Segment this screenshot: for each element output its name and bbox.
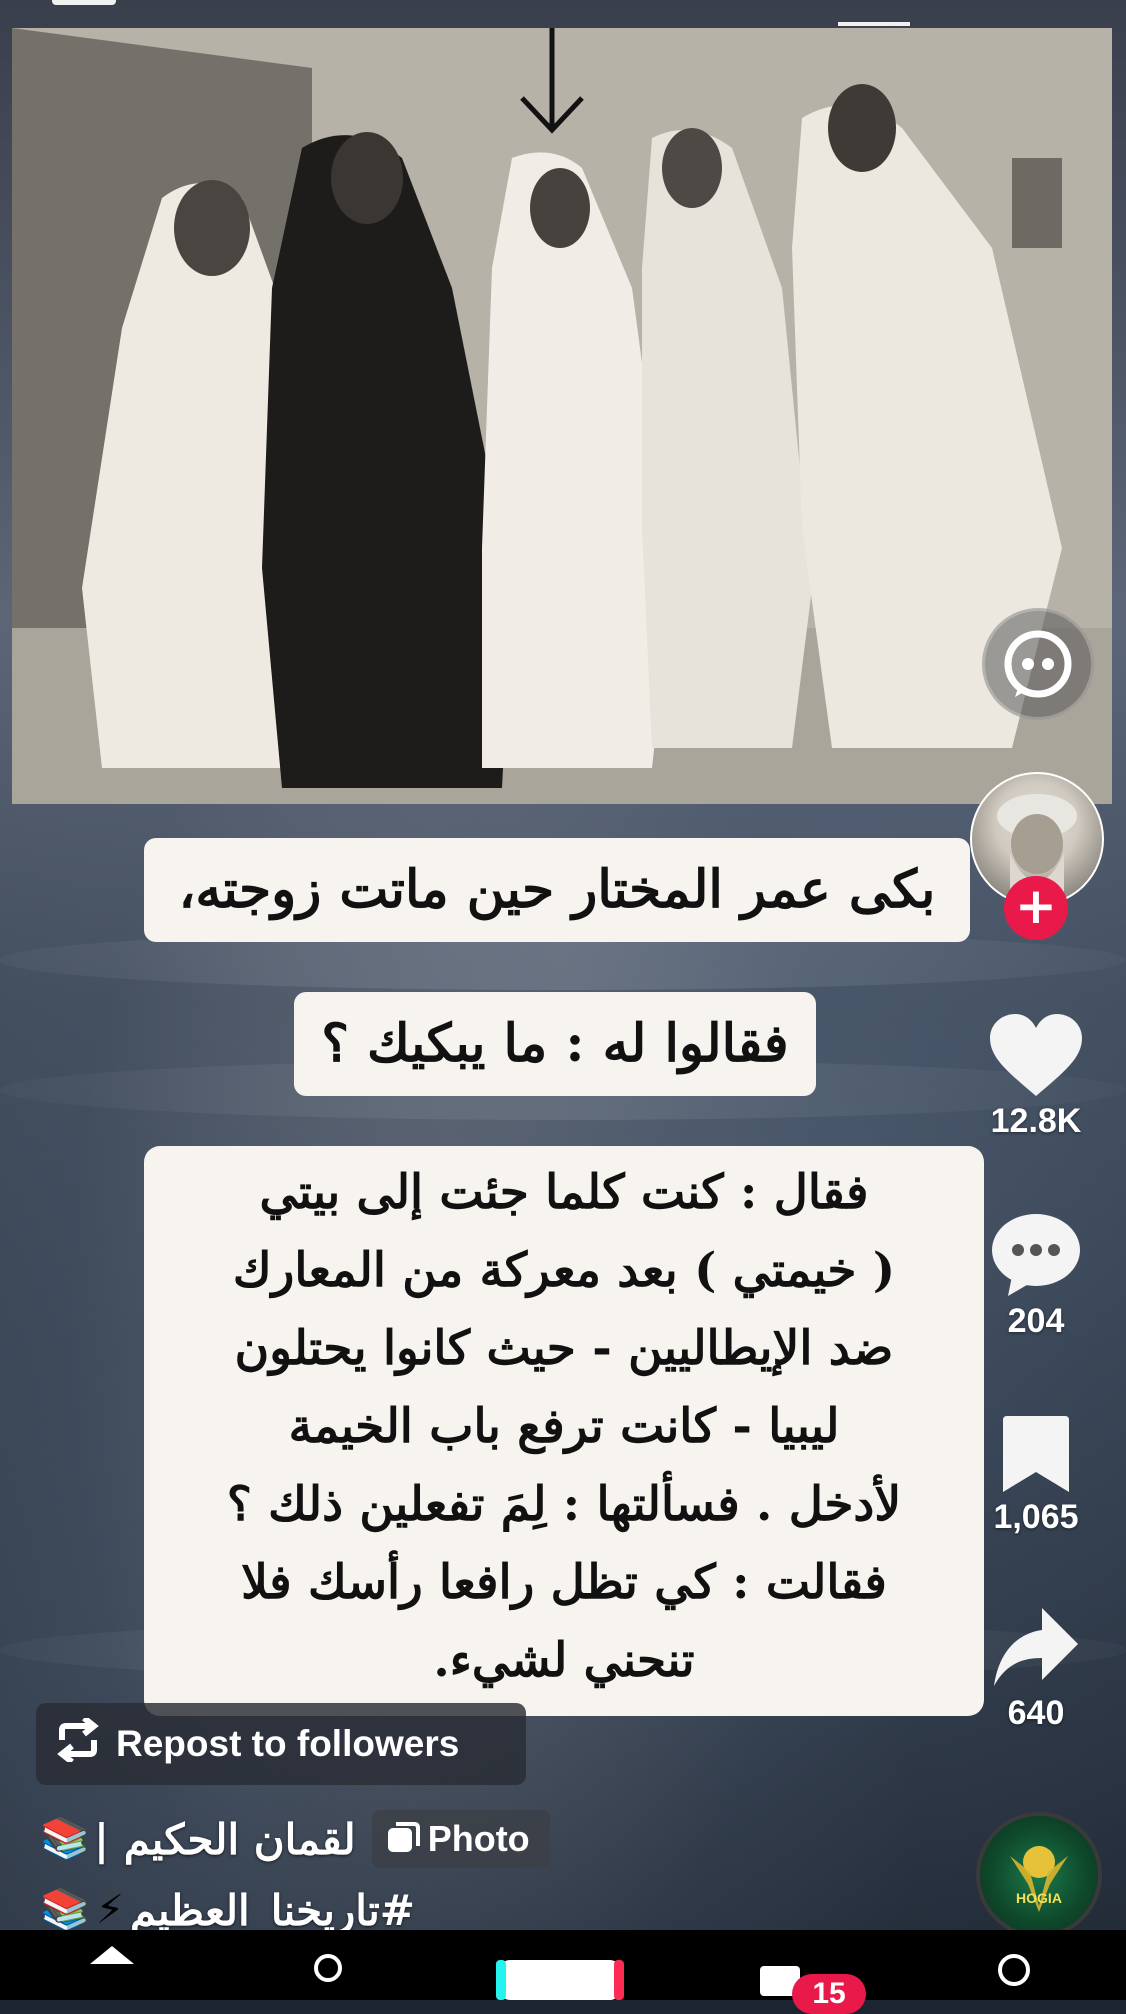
nav-icons — [90, 1946, 1030, 2000]
status-bar-indicator — [52, 0, 116, 5]
caption-body-line: تنحني لشيء. — [433, 1633, 695, 1688]
heart-icon — [990, 1014, 1082, 1096]
books-emoji: 📚 — [40, 1887, 90, 1933]
caption-body-line: ( خيمتي ) بعد معركة من المعارك — [232, 1243, 896, 1298]
caption-body-line: ضد الإيطاليين - حيث كانوا يحتلون — [234, 1321, 894, 1376]
author-name[interactable]: لقمان الحكيم | — [94, 1815, 356, 1864]
comment-button[interactable]: 204 — [972, 1210, 1100, 1341]
photo-illustration — [12, 28, 1112, 804]
floating-chat-button[interactable] — [982, 608, 1094, 720]
hashtag-link[interactable]: #تاريخنا_العظيم — [130, 1886, 415, 1935]
repost-to-followers-button[interactable]: Repost to followers — [36, 1703, 526, 1785]
like-button[interactable]: 12.8K — [972, 1012, 1100, 1141]
caption-body-line: فقال : كنت كلما جئت إلى بيتي — [259, 1165, 869, 1220]
music-label: HOGIA — [1016, 1890, 1062, 1906]
comment-count: 204 — [1007, 1302, 1065, 1340]
creator-avatar[interactable]: + — [970, 772, 1104, 940]
caption-line-1: بكى عمر المختار حين ماتت زوجته، — [144, 838, 970, 942]
share-count: 640 — [1007, 1694, 1065, 1732]
author-row[interactable]: 📚 لقمان الحكيم | Photo — [40, 1808, 550, 1870]
books-emoji: 📚 — [40, 1816, 90, 1862]
progress-indicator — [838, 22, 910, 26]
save-button[interactable]: 1,065 — [972, 1414, 1100, 1537]
caption-body: فقال : كنت كلما جئت إلى بيتي ( خيمتي ) ب… — [144, 1146, 984, 1716]
share-button[interactable]: 640 — [972, 1606, 1100, 1733]
photo-badge-label: Photo — [427, 1818, 530, 1859]
comment-icon — [992, 1214, 1080, 1296]
repost-label: Repost to followers — [116, 1723, 460, 1764]
photo-icon — [387, 1822, 420, 1852]
historic-photo — [12, 28, 1112, 804]
save-count: 1,065 — [993, 1498, 1079, 1536]
bottom-navigation — [0, 1930, 1126, 2000]
lightning-emoji: ⚡ — [95, 1887, 124, 1933]
chat-bubble-icon — [1004, 630, 1072, 698]
caption-body-line: ليبيا - كانت ترفع باب الخيمة — [288, 1399, 840, 1454]
bookmark-icon — [1003, 1416, 1069, 1492]
inbox-badge: 15 — [792, 1974, 866, 2014]
repost-icon — [54, 1715, 102, 1771]
caption-body-line: لأدخل . فسألتها : لِمَ تفعلين ذلك ؟ — [226, 1477, 902, 1532]
caption-body-line: فقالت : كي تظل رافعا رأسك فلا — [241, 1555, 887, 1610]
like-count: 12.8K — [990, 1102, 1082, 1140]
music-disc-art — [1010, 1846, 1068, 1912]
caption-line-2: فقالوا له : ما يبكيك ؟ — [294, 992, 816, 1096]
share-arrow-icon — [994, 1608, 1078, 1686]
follow-button[interactable]: + — [1004, 876, 1068, 940]
caption-body-box: فقال : كنت كلما جئت إلى بيتي ( خيمتي ) ب… — [144, 1146, 984, 1716]
music-disc[interactable]: HOGIA — [976, 1812, 1102, 1938]
photo-badge: Photo — [371, 1810, 550, 1868]
